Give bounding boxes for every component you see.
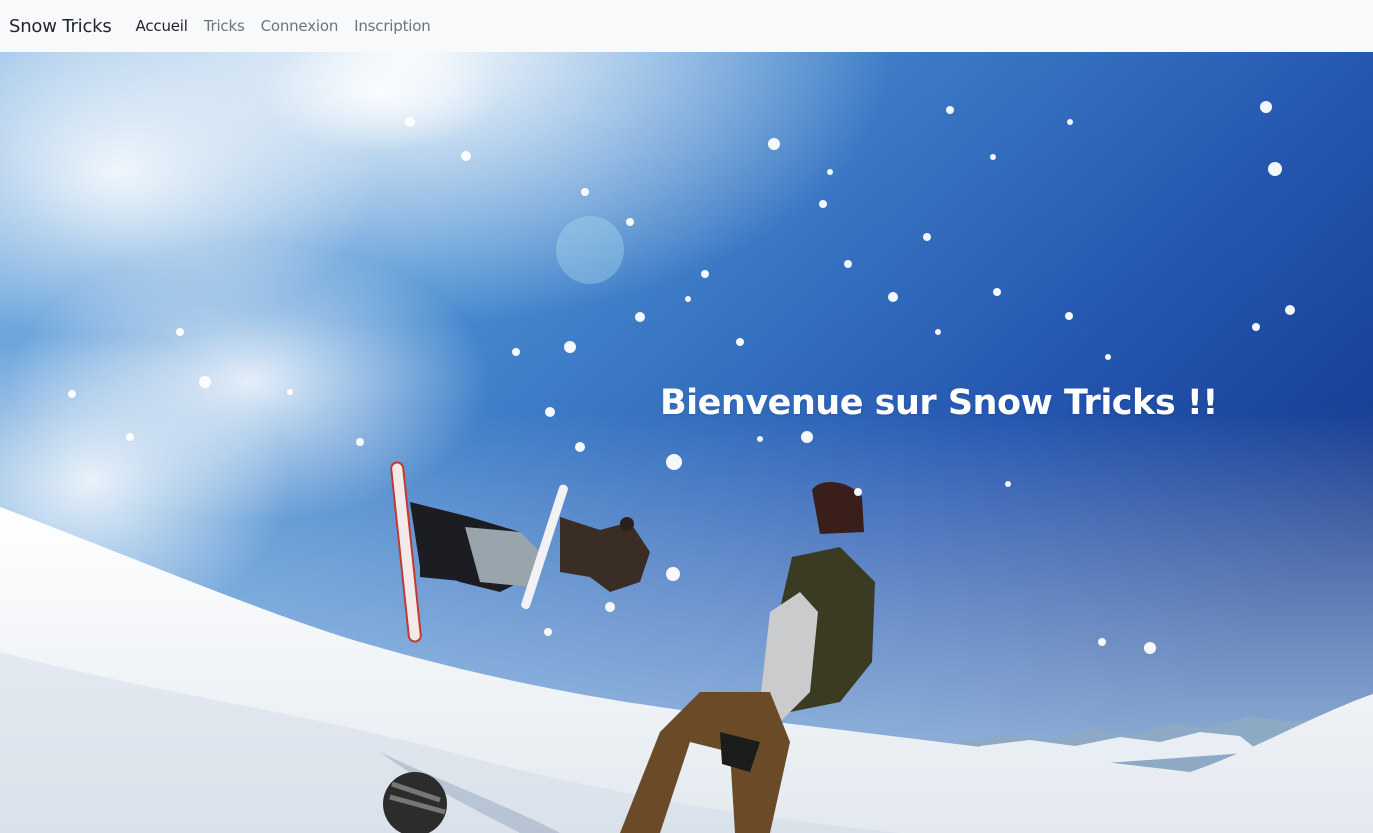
nav-item-inscription[interactable]: Inscription — [354, 17, 431, 35]
hero-section: Bienvenue sur Snow Tricks !! — [0, 52, 1373, 833]
nav-item-connexion[interactable]: Connexion — [261, 17, 339, 35]
nav-item-accueil[interactable]: Accueil — [136, 17, 188, 35]
hero-title: Bienvenue sur Snow Tricks !! — [660, 383, 1218, 424]
hero-background-image — [0, 52, 1373, 833]
nav-menu: Accueil Tricks Connexion Inscription — [136, 17, 447, 35]
navbar: Snow Tricks Accueil Tricks Connexion Ins… — [0, 0, 1373, 52]
nav-item-tricks[interactable]: Tricks — [204, 17, 245, 35]
brand-link[interactable]: Snow Tricks — [9, 16, 112, 37]
